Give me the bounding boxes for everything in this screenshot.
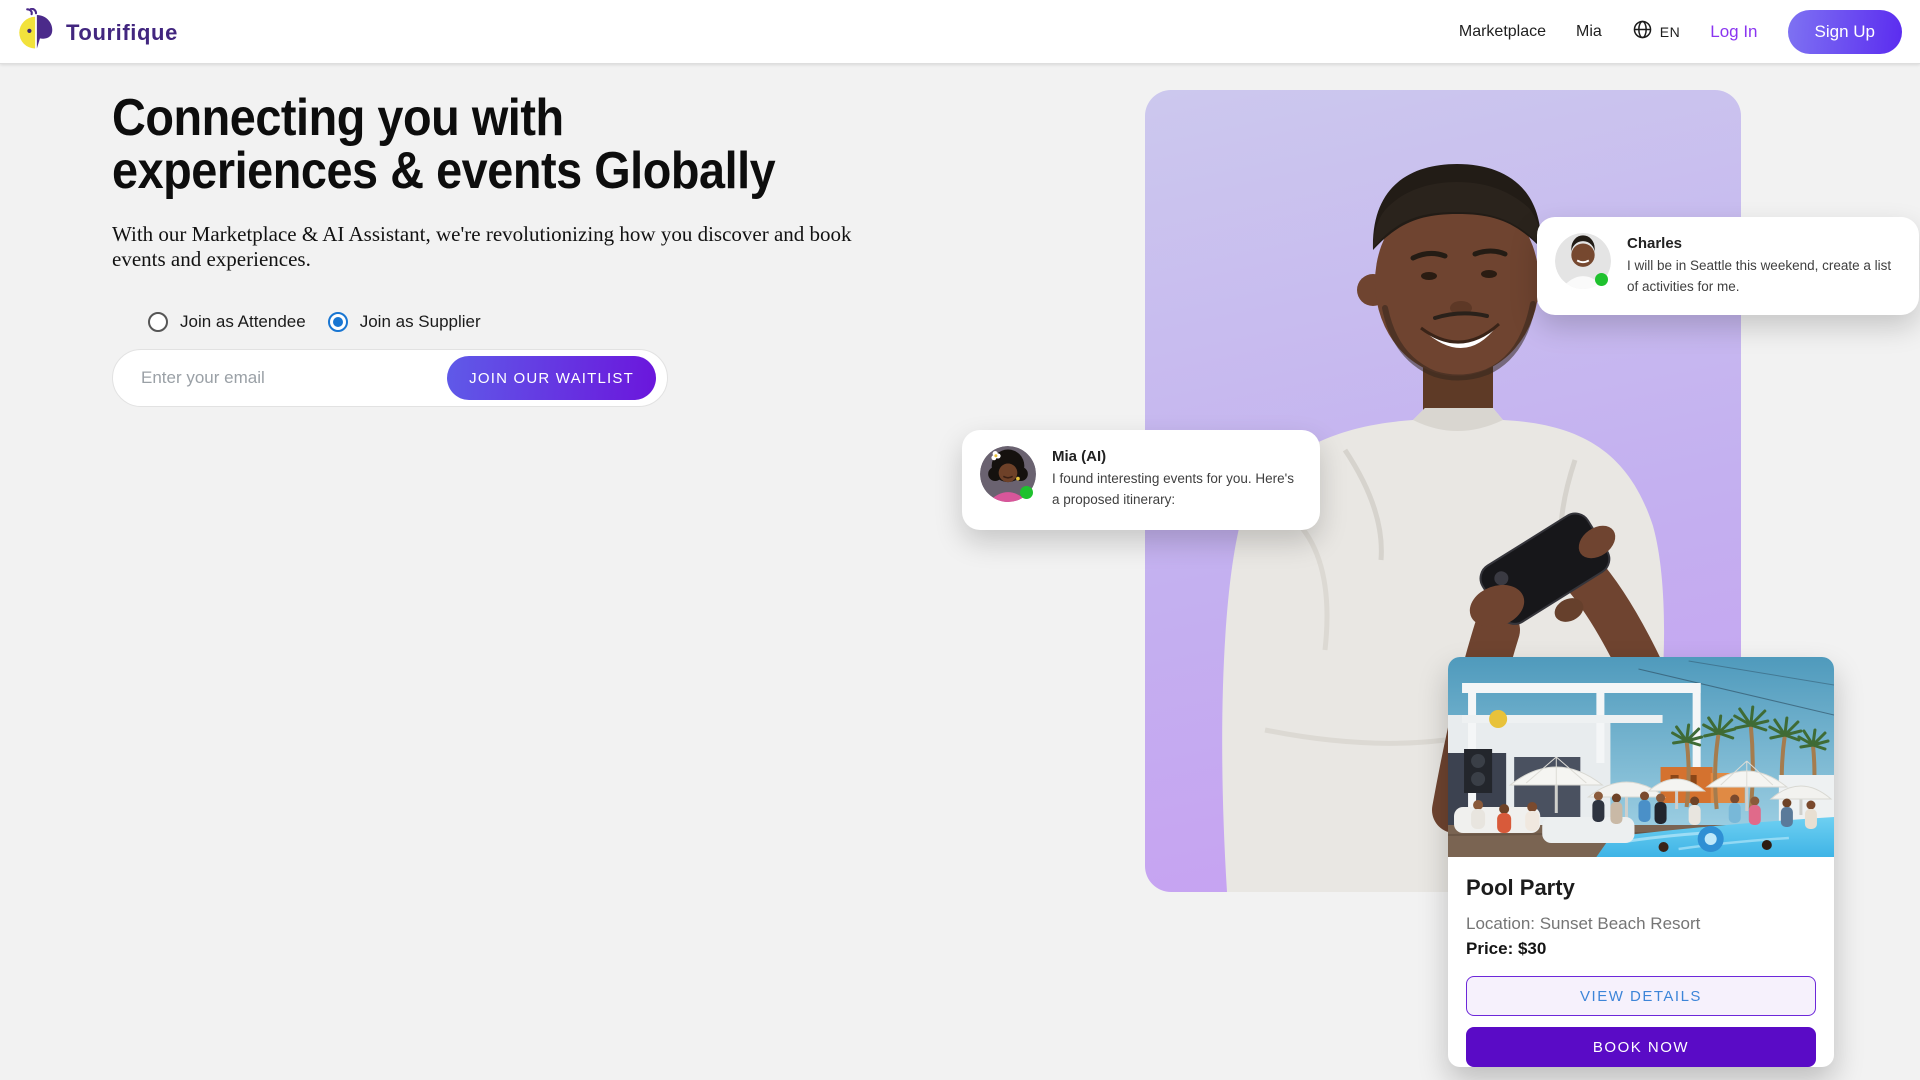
pool-party-photo [1448, 657, 1834, 857]
book-now-button[interactable]: BOOK NOW [1466, 1027, 1816, 1067]
globe-icon [1632, 19, 1653, 45]
avatar-mia [980, 446, 1036, 502]
nav-item-marketplace[interactable]: Marketplace [1459, 23, 1546, 41]
join-waitlist-button[interactable]: JOIN OUR WAITLIST [447, 356, 656, 400]
navbar: Tourifique Marketplace Mia EN Log In Sig… [0, 0, 1920, 64]
role-radio-group: Join as Attendee Join as Supplier [148, 312, 481, 332]
waitlist-form: JOIN OUR WAITLIST [112, 349, 668, 407]
brand-name: Tourifique [66, 20, 178, 46]
language-label: EN [1660, 24, 1680, 40]
chat-content-mia: Mia (AI) I found interesting events for … [1052, 446, 1302, 514]
nav-item-mia[interactable]: Mia [1576, 23, 1602, 41]
radio-checked-icon[interactable] [328, 312, 348, 332]
parrot-logo-icon [14, 8, 58, 57]
hero-title-line-2: experiences & events Globally [112, 145, 775, 198]
green-status-dot [1595, 273, 1608, 286]
hero-title-line-1: Connecting you with [112, 92, 775, 145]
event-price: Price: $30 [1466, 939, 1816, 959]
view-details-button[interactable]: VIEW DETAILS [1466, 976, 1816, 1016]
event-card-pool-party: Pool Party Location: Sunset Beach Resort… [1448, 657, 1834, 1067]
radio-supplier-label: Join as Supplier [360, 312, 481, 332]
brand-logo[interactable]: Tourifique [14, 8, 178, 57]
green-status-dot [1020, 486, 1033, 499]
chat-message: I will be in Seattle this weekend, creat… [1627, 256, 1901, 298]
language-selector[interactable]: EN [1632, 19, 1680, 45]
chat-bubble-charles: Charles I will be in Seattle this weeken… [1537, 217, 1919, 315]
chat-content-charles: Charles I will be in Seattle this weeken… [1627, 233, 1901, 299]
hero-title: Connecting you with experiences & events… [112, 92, 775, 198]
event-location: Location: Sunset Beach Resort [1466, 914, 1816, 934]
chat-bubble-mia: Mia (AI) I found interesting events for … [962, 430, 1320, 530]
radio-attendee-label: Join as Attendee [180, 312, 306, 332]
login-link[interactable]: Log In [1710, 22, 1757, 42]
radio-join-as-attendee[interactable]: Join as Attendee [148, 312, 306, 332]
chat-sender-name: Charles [1627, 235, 1901, 252]
radio-join-as-supplier[interactable]: Join as Supplier [328, 312, 481, 332]
nav-menu: Marketplace Mia EN Log In Sign Up [1459, 0, 1902, 64]
hero-subtitle: With our Marketplace & AI Assistant, we'… [112, 222, 882, 272]
landing-page: Tourifique Marketplace Mia EN Log In Sig… [0, 0, 1920, 1080]
radio-unchecked-icon[interactable] [148, 312, 168, 332]
event-title: Pool Party [1466, 875, 1816, 901]
chat-message: I found interesting events for you. Here… [1052, 469, 1302, 511]
signup-button[interactable]: Sign Up [1788, 10, 1902, 54]
chat-sender-name: Mia (AI) [1052, 448, 1302, 465]
avatar-charles [1555, 233, 1611, 289]
event-card-body: Pool Party Location: Sunset Beach Resort… [1448, 857, 1834, 1067]
email-input[interactable] [113, 350, 447, 406]
